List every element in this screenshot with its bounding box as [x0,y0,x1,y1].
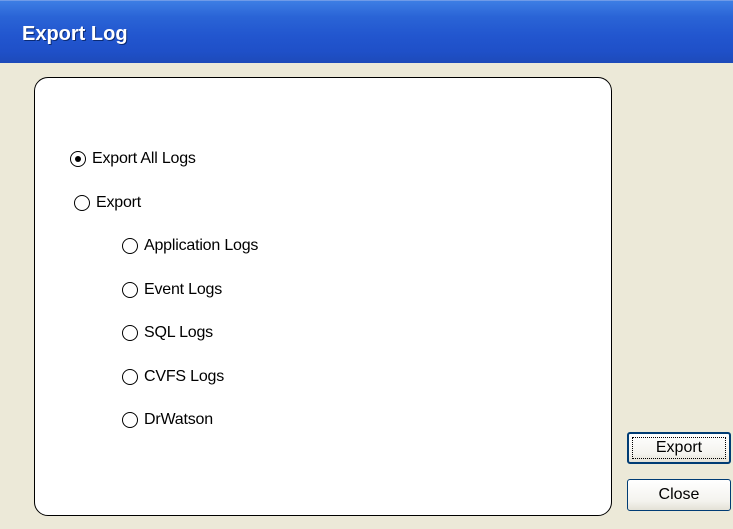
export-all-logs-option[interactable]: Export All Logs [70,148,196,170]
focus-rectangle [632,437,726,459]
drwatson-option[interactable]: DrWatson [122,409,213,431]
application-logs-label: Application Logs [144,237,259,254]
event-logs-label: Event Logs [144,281,223,298]
event-logs-option[interactable]: Event Logs [122,279,222,301]
cvfs-logs-option[interactable]: CVFS Logs [122,366,224,388]
close-button-label: Close [658,486,700,503]
export-all-logs-label: Export All Logs [92,150,196,167]
export-selected-label: Export [96,194,142,211]
cvfs-logs-radio[interactable] [122,369,138,385]
export-selected-radio[interactable] [74,195,90,211]
cvfs-logs-label: CVFS Logs [144,368,225,385]
export-button[interactable]: Export [627,432,731,464]
sql-logs-radio[interactable] [122,325,138,341]
window-title: Export Log [22,23,128,45]
sql-logs-option[interactable]: SQL Logs [122,322,213,344]
application-logs-option[interactable]: Application Logs [122,235,258,257]
export-all-logs-radio[interactable] [70,151,86,167]
drwatson-label: DrWatson [144,411,213,428]
drwatson-radio[interactable] [122,412,138,428]
export-options-panel [34,77,612,516]
sql-logs-label: SQL Logs [144,324,213,341]
export-selected-option[interactable]: Export [74,192,141,214]
close-button[interactable]: Close [627,479,731,511]
application-logs-radio[interactable] [122,238,138,254]
title-bar[interactable]: Export Log [0,0,733,64]
event-logs-radio[interactable] [122,282,138,298]
